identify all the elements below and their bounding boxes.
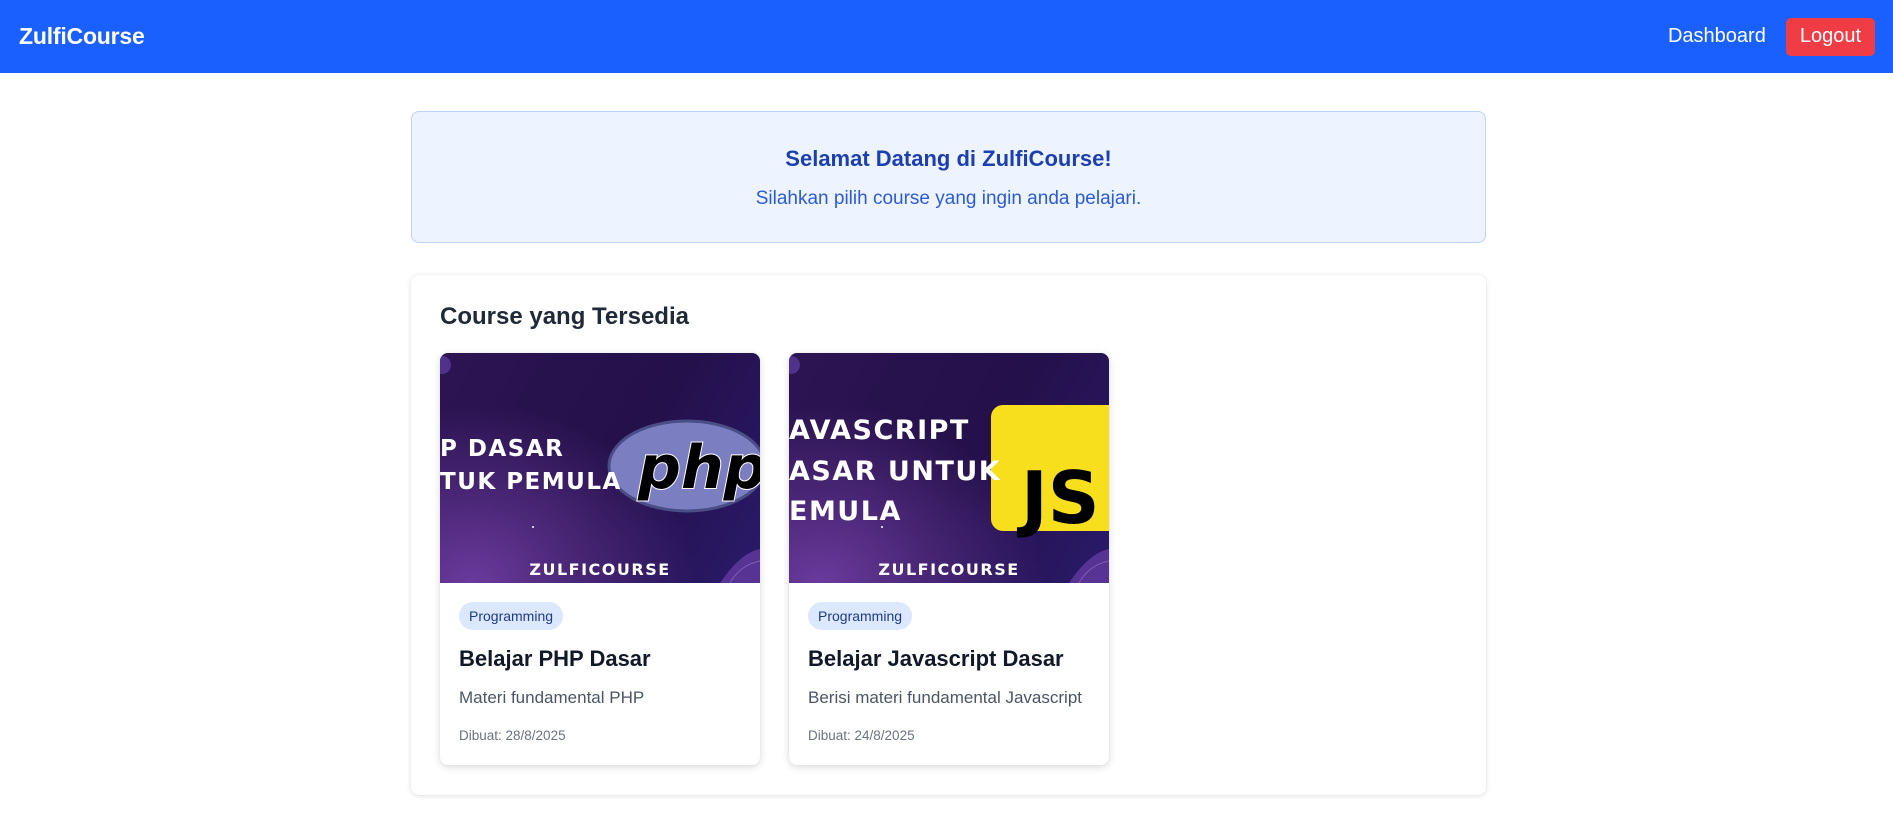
js-logo-text: JS xyxy=(1016,456,1100,540)
welcome-subtitle: Silahkan pilih course yang ingin anda pe… xyxy=(755,188,1142,209)
course-title[interactable]: Belajar Javascript Dasar xyxy=(808,646,1064,672)
course-description: Materi fundamental PHP xyxy=(459,688,645,707)
welcome-title: Selamat Datang di ZulfiCourse! xyxy=(785,146,1112,171)
category-badge: Programming xyxy=(808,602,913,630)
welcome-banner: Selamat Datang di ZulfiCourse! Silahkan … xyxy=(411,111,1486,243)
logout-button[interactable]: Logout xyxy=(1785,17,1875,56)
course-thumbnail: JS AVASCRIPT ASAR UNTUK EMULA ZULFICOURS… xyxy=(789,353,1109,583)
section-title: Course yang Tersedia xyxy=(440,303,689,330)
nav-actions: Dashboard Logout xyxy=(1668,17,1875,56)
php-logo-text: php xyxy=(637,433,760,503)
course-card-javascript[interactable]: JS AVASCRIPT ASAR UNTUK EMULA ZULFICOURS… xyxy=(789,353,1109,765)
course-description: Berisi materi fundamental Javascript xyxy=(808,688,1083,707)
brand-logo[interactable]: ZulfiCourse xyxy=(19,23,145,50)
top-navbar: ZulfiCourse Dashboard Logout xyxy=(0,0,1893,73)
courses-panel: Course yang Tersedia php P DASAR TUK PEM… xyxy=(411,275,1486,795)
course-thumbnail: php P DASAR TUK PEMULA ZULFICOURSE xyxy=(440,353,760,583)
dashboard-link[interactable]: Dashboard xyxy=(1668,25,1766,48)
thumbnail-brand: ZULFICOURSE xyxy=(529,560,671,579)
course-card-php[interactable]: php P DASAR TUK PEMULA ZULFICOURSE Progr… xyxy=(440,353,760,765)
thumbnail-brand: ZULFICOURSE xyxy=(878,560,1020,579)
course-created-date: Dibuat: 24/8/2025 xyxy=(808,728,915,743)
thumbnail-headline: P DASAR TUK PEMULA xyxy=(440,436,622,496)
course-title[interactable]: Belajar PHP Dasar xyxy=(459,646,651,672)
course-created-date: Dibuat: 28/8/2025 xyxy=(459,728,566,743)
category-badge: Programming xyxy=(459,602,564,630)
thumbnail-headline: AVASCRIPT ASAR UNTUK EMULA xyxy=(789,415,1002,527)
